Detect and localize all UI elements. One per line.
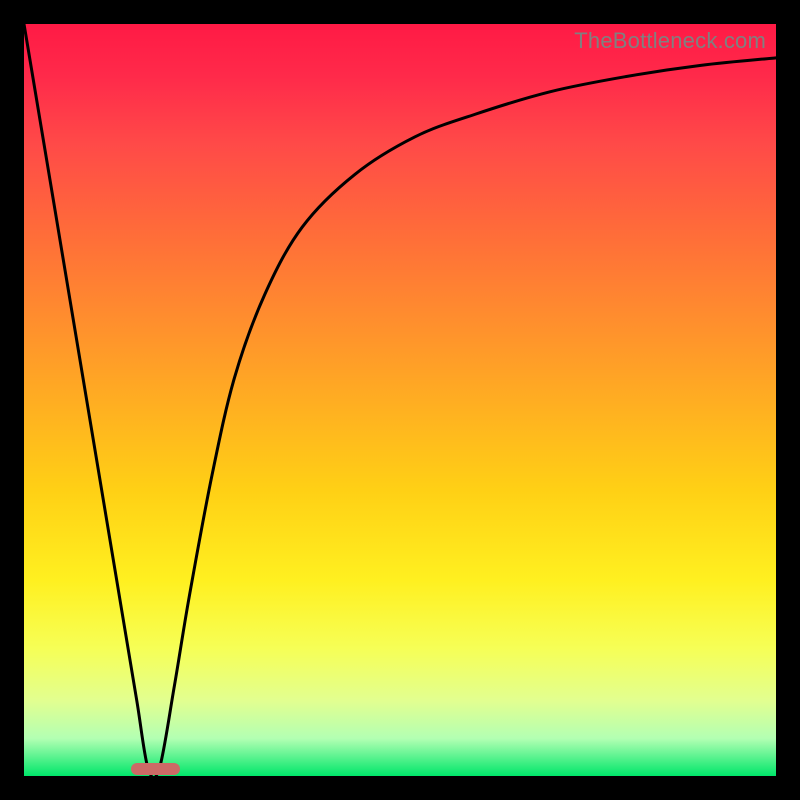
curve-path — [24, 24, 776, 778]
chart-frame: TheBottleneck.com — [0, 0, 800, 800]
line-chart — [24, 24, 776, 776]
chart-plot-area: TheBottleneck.com — [24, 24, 776, 776]
optimal-marker — [131, 763, 180, 775]
